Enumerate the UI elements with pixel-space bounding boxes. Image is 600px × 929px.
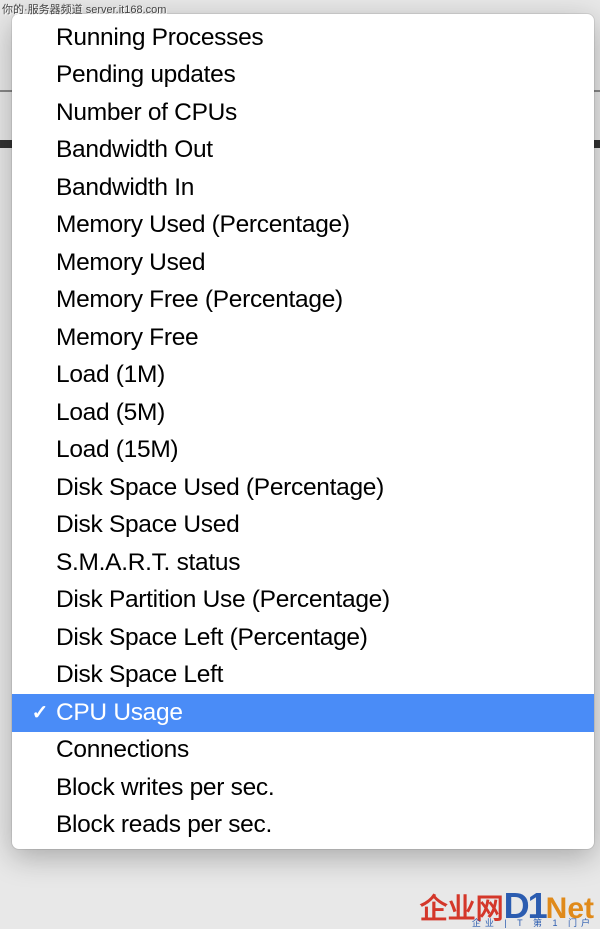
menu-item[interactable]: Memory Free [12,319,594,357]
menu-item[interactable]: Disk Space Used (Percentage) [12,469,594,507]
checkmark-icon: ✓ [32,700,49,725]
menu-item[interactable]: Connections [12,732,594,770]
menu-item[interactable]: Disk Partition Use (Percentage) [12,582,594,620]
menu-item-label: Disk Space Left [56,661,223,689]
menu-item-label: Load (5M) [56,399,165,427]
menu-item[interactable]: S.M.A.R.T. status [12,544,594,582]
menu-item[interactable]: Load (5M) [12,394,594,432]
menu-item-label: Bandwidth Out [56,136,213,164]
check-space: ✓ [24,700,56,725]
menu-item-label: S.M.A.R.T. status [56,549,240,577]
menu-item-label: Block reads per sec. [56,811,272,839]
menu-item-label: Disk Partition Use (Percentage) [56,586,390,614]
menu-item-label: Number of CPUs [56,99,237,127]
menu-item[interactable]: Memory Used (Percentage) [12,207,594,245]
menu-item[interactable]: Memory Used [12,244,594,282]
menu-item[interactable]: Bandwidth In [12,169,594,207]
menu-item[interactable]: Block writes per sec. [12,769,594,807]
menu-item-label: Pending updates [56,61,235,89]
menu-item-label: Bandwidth In [56,174,194,202]
menu-item-label: Disk Space Used [56,511,239,539]
menu-item-label: Running Processes [56,24,263,52]
dropdown-menu: Running Processes Pending updates Number o… [12,14,594,849]
menu-item-label: Load (15M) [56,436,178,464]
menu-item-label: Memory Free [56,324,198,352]
menu-item-label: Memory Free (Percentage) [56,286,343,314]
menu-item[interactable]: ✓ CPU Usage [12,694,594,732]
menu-item[interactable]: Load (1M) [12,357,594,395]
menu-item-label: Block writes per sec. [56,774,274,802]
menu-item-label: Memory Used (Percentage) [56,211,350,239]
watermark-bottom: 企业网 D1 Net 企业 | T 第 1 门户 [414,883,600,929]
menu-item[interactable]: Memory Free (Percentage) [12,282,594,320]
menu-item-label: CPU Usage [56,699,183,727]
menu-item-label: Disk Space Used (Percentage) [56,474,384,502]
watermark-subtitle: 企业 | T 第 1 门户 [472,916,594,929]
menu-item[interactable]: Bandwidth Out [12,132,594,170]
menu-item[interactable]: Disk Space Left (Percentage) [12,619,594,657]
menu-item[interactable]: Disk Space Used [12,507,594,545]
menu-item-label: Connections [56,736,189,764]
menu-item-label: Load (1M) [56,361,165,389]
menu-item[interactable]: Pending updates [12,57,594,95]
menu-item[interactable]: Disk Space Left [12,657,594,695]
menu-item[interactable]: Load (15M) [12,432,594,470]
menu-item[interactable]: Number of CPUs [12,94,594,132]
watermark-top: 你的·服务器频道 server.it168.com [2,1,166,17]
menu-item-label: Disk Space Left (Percentage) [56,624,368,652]
menu-item-label: Memory Used [56,249,205,277]
menu-item[interactable]: Block reads per sec. [12,807,594,845]
menu-item[interactable]: Running Processes [12,19,594,57]
